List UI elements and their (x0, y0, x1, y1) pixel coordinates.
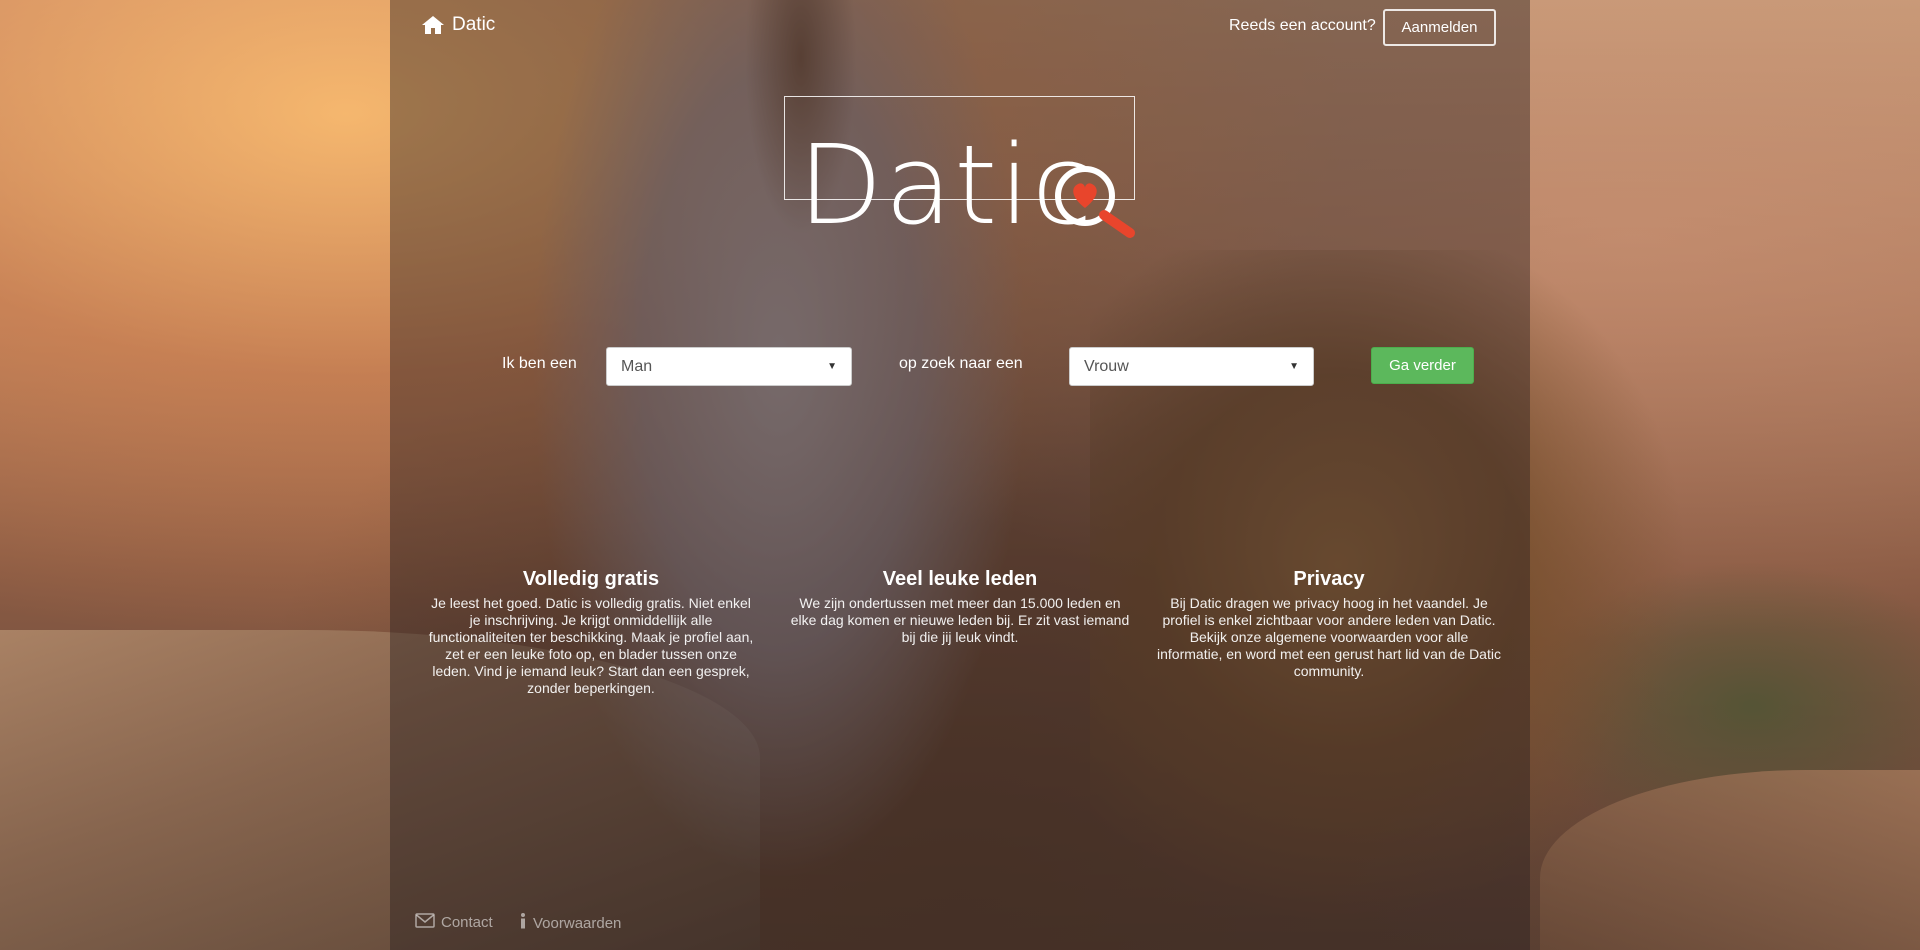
terms-link[interactable]: Voorwaarden (519, 913, 621, 933)
contact-link[interactable]: Contact (415, 913, 493, 932)
seeking-select-value: Vrouw (1084, 357, 1129, 375)
continue-button[interactable]: Ga verder (1371, 347, 1474, 384)
feature-privacy: Privacy Bij Datic dragen we privacy hoog… (1156, 568, 1502, 680)
brand-home-link[interactable]: Datic (421, 14, 495, 36)
feature-title: Veel leuke leden (882, 568, 1038, 590)
brand-label: Datic (452, 14, 496, 35)
info-icon (519, 913, 527, 933)
logo-text: Datic (798, 121, 1094, 240)
feature-text: Bij Datic dragen we privacy hoog in het … (1157, 595, 1501, 679)
i-am-label: Ik ben een (502, 355, 577, 372)
chevron-down-icon: ▼ (827, 361, 837, 372)
feature-title: Volledig gratis (522, 568, 660, 590)
feature-members: Veel leuke leden We zijn ondertussen met… (787, 568, 1133, 646)
gender-select-value: Man (621, 357, 653, 375)
feature-title: Privacy (1293, 568, 1365, 590)
terms-label: Voorwaarden (533, 914, 622, 932)
feature-text: We zijn ondertussen met meer dan 15.000 … (790, 595, 1130, 645)
contact-label: Contact (441, 914, 493, 931)
seeking-select[interactable]: Vrouw ▼ (1069, 347, 1314, 386)
gender-select[interactable]: Man ▼ (606, 347, 852, 386)
login-button[interactable]: Aanmelden (1383, 9, 1496, 46)
home-icon (421, 15, 445, 35)
looking-for-label: op zoek naar een (899, 355, 1023, 372)
chevron-down-icon: ▼ (1289, 361, 1299, 372)
envelope-icon (415, 913, 435, 932)
account-question-text: Reeds een account? (1229, 17, 1376, 34)
heart-magnifier-icon (1055, 166, 1135, 238)
feature-free: Volledig gratis Je leest het goed. Datic… (428, 568, 754, 697)
feature-text: Je leest het goed. Datic is volledig gra… (428, 595, 754, 696)
